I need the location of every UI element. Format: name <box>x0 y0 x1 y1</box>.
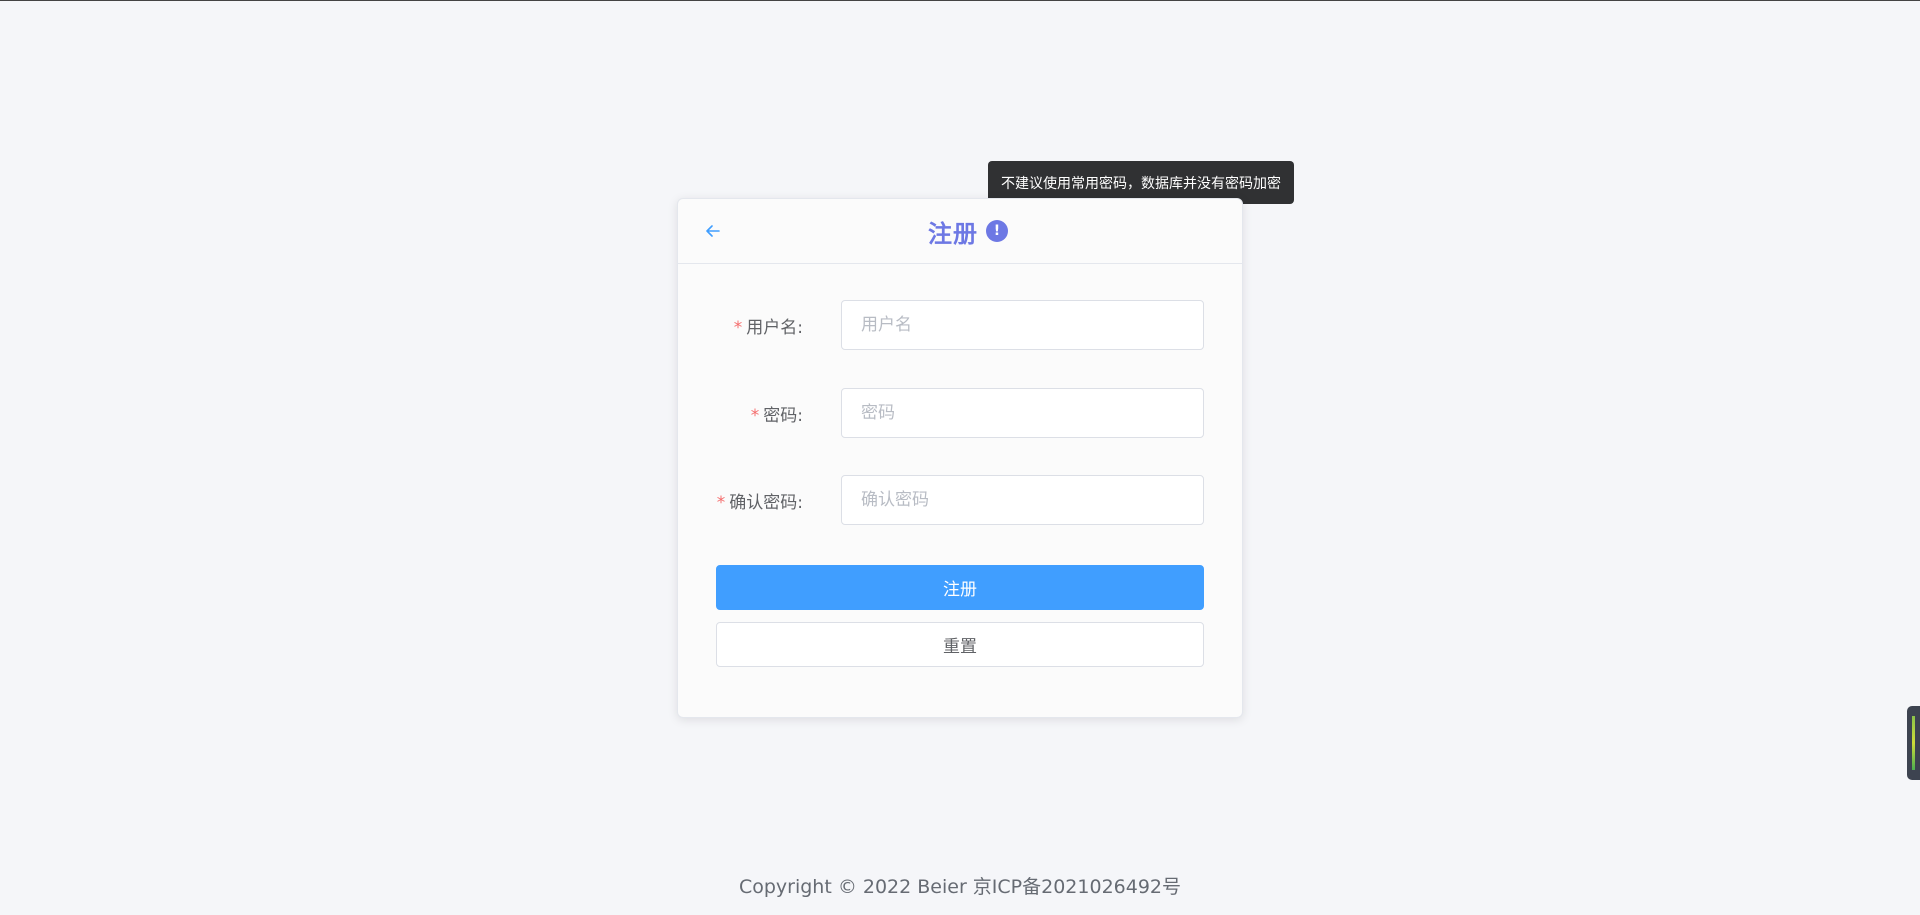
exclamation-circle-icon[interactable]: ! <box>986 220 1008 242</box>
arrow-left-icon <box>706 225 720 237</box>
card-header: 注册 ! <box>678 199 1242 264</box>
confirm-password-input[interactable] <box>841 475 1204 525</box>
required-mark: * <box>750 405 760 426</box>
required-mark: * <box>733 317 743 338</box>
confirm-password-label: * 确认密码: <box>716 492 803 513</box>
username-label: * 用户名: <box>733 317 803 338</box>
side-widget[interactable] <box>1907 706 1920 780</box>
page-title: 注册 <box>928 219 978 248</box>
reset-button[interactable]: 重置 <box>716 622 1204 667</box>
required-mark: * <box>716 492 726 513</box>
register-card: 注册 ! *用户名: *密码: *确认密码: 注册 重置 <box>677 198 1243 718</box>
register-button[interactable]: 注册 <box>716 565 1204 610</box>
top-border <box>0 0 1920 1</box>
password-label: * 密码: <box>750 405 803 426</box>
password-input[interactable] <box>841 388 1204 438</box>
username-input[interactable] <box>841 300 1204 350</box>
title-wrap: 注册 ! <box>928 214 1008 249</box>
password-row: * 密码: <box>678 388 1244 438</box>
back-button[interactable] <box>702 220 724 242</box>
footer-copyright: Copyright © 2022 Beier 京ICP备2021026492号 <box>738 876 1182 898</box>
confirm-password-row: * 确认密码: <box>678 475 1244 525</box>
username-row: * 用户名: <box>678 300 1244 350</box>
